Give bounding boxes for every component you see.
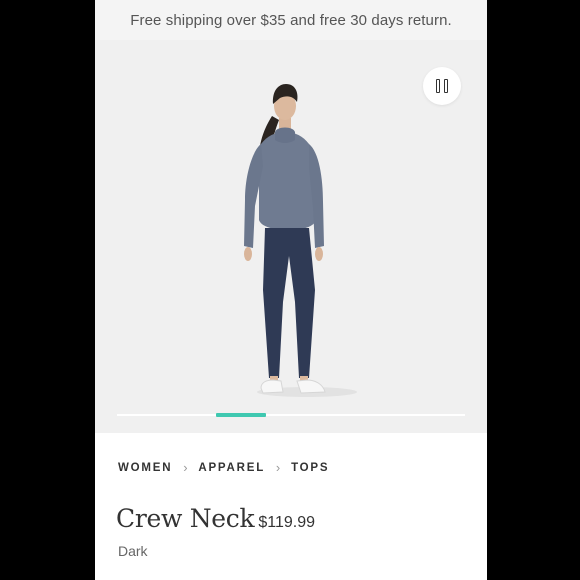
carousel-progress-track	[117, 413, 465, 417]
product-price: $119.99	[258, 514, 315, 531]
product-title-row: Crew Neck $119.99	[116, 504, 315, 533]
product-screen: Free shipping over $35 and free 30 days …	[95, 0, 487, 580]
product-color: Dark	[118, 543, 148, 559]
breadcrumb: WOMEN › APPAREL › TOPS	[118, 460, 329, 475]
breadcrumb-women[interactable]: WOMEN	[118, 462, 172, 474]
pause-icon	[436, 79, 448, 93]
breadcrumb-apparel[interactable]: APPAREL	[198, 462, 265, 474]
pause-button[interactable]	[423, 67, 461, 105]
breadcrumb-tops[interactable]: TOPS	[291, 462, 329, 474]
promo-text: Free shipping over $35 and free 30 days …	[130, 11, 452, 29]
chevron-right-icon: ›	[183, 460, 188, 475]
promo-banner: Free shipping over $35 and free 30 days …	[95, 0, 487, 40]
chevron-right-icon: ›	[275, 460, 281, 475]
product-image-carousel[interactable]	[95, 40, 487, 433]
carousel-active-indicator	[216, 413, 267, 417]
product-title: Crew Neck	[116, 504, 255, 533]
